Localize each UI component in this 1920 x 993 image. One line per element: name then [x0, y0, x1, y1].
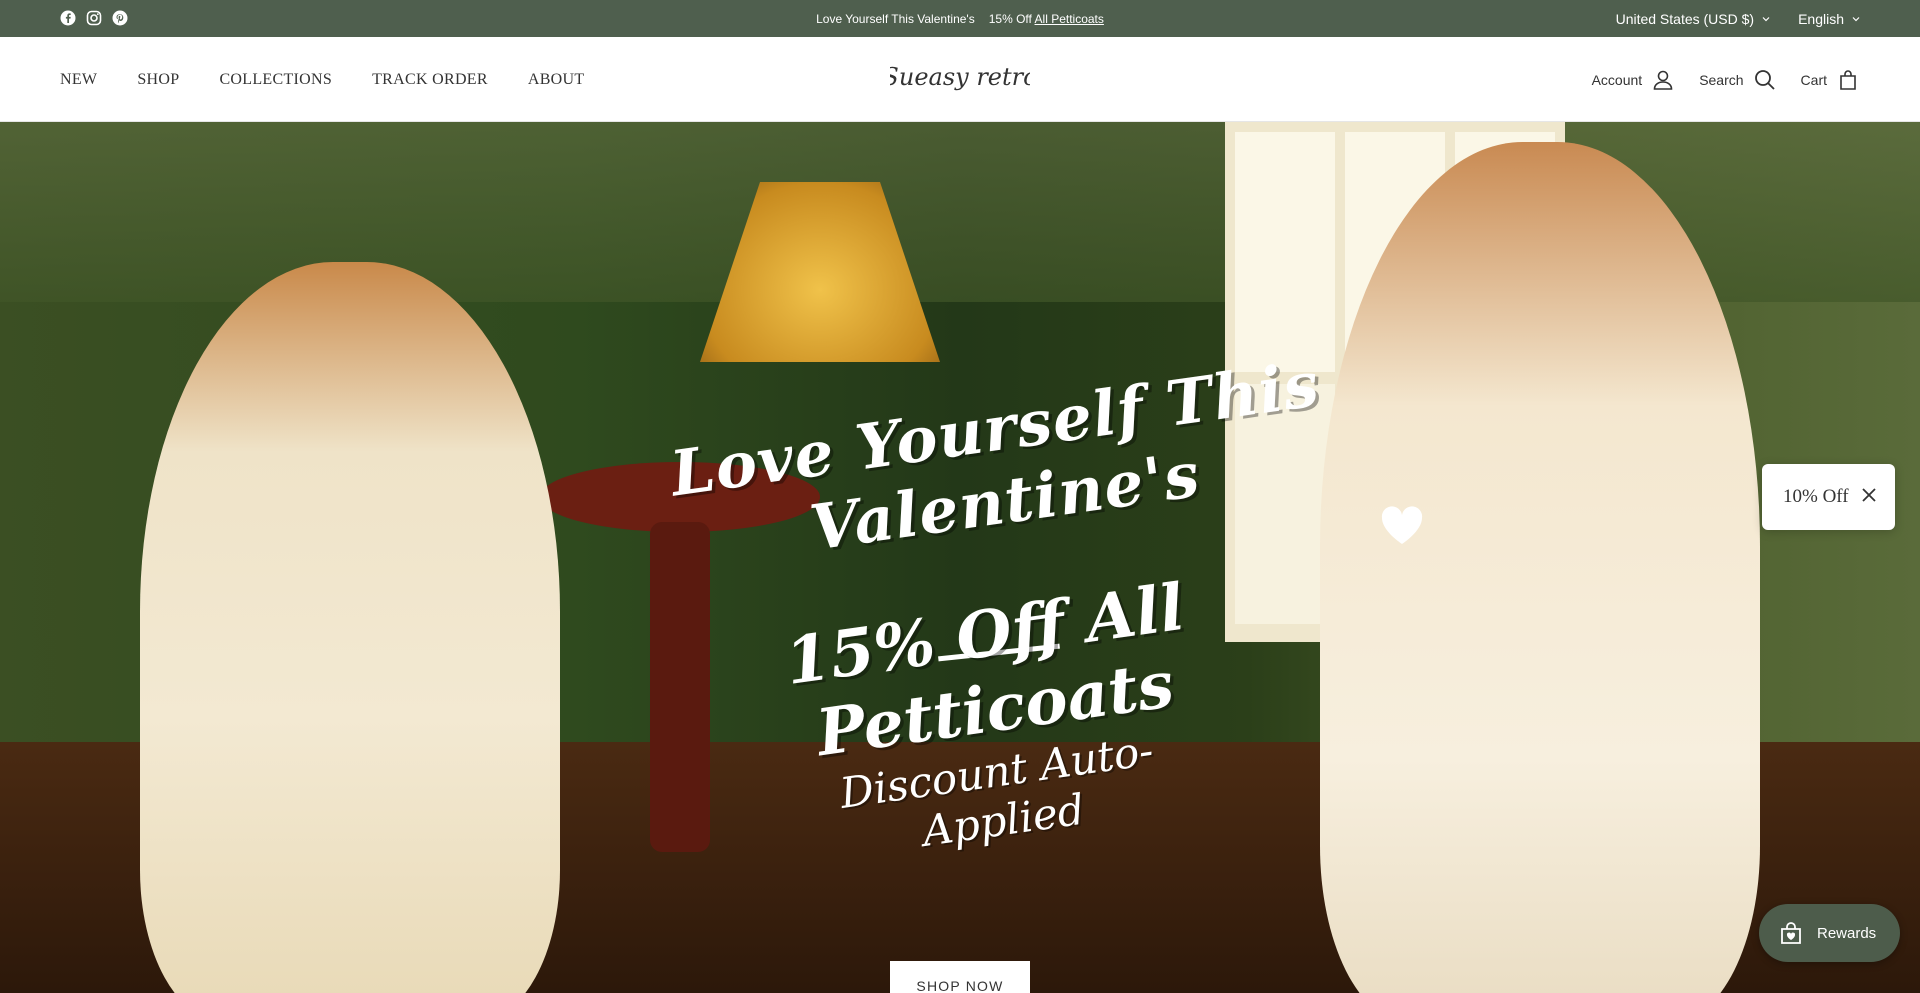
cart-label: Cart [1800, 71, 1827, 88]
account-link[interactable]: Account [1592, 68, 1676, 92]
announcement-bar: Love Yourself This Valentine's 15% Off A… [0, 0, 1920, 37]
hero-banner[interactable]: Love Yourself This Valentine's 15% Off A… [0, 122, 1920, 993]
hero-model-left [140, 262, 560, 993]
account-label: Account [1591, 71, 1643, 88]
nav-item-track-order[interactable]: TRACK ORDER [372, 71, 488, 89]
country-label: United States (USD $) [1615, 10, 1755, 27]
search-icon [1754, 69, 1775, 90]
user-icon [1653, 70, 1673, 90]
chevron-down-icon [1852, 16, 1860, 21]
discount-label: 10% Off [1783, 486, 1849, 507]
announcement-text: Love Yourself This Valentine's [816, 11, 975, 26]
nav-item-shop[interactable]: SHOP [137, 71, 179, 89]
rewards-bag-icon [1781, 922, 1801, 944]
site-header: NEW SHOP COLLECTIONS TRACK ORDER ABOUT S… [0, 37, 1920, 122]
hero-model-right [1320, 142, 1760, 993]
close-icon[interactable] [1861, 487, 1877, 503]
rewards-label: Rewards [1817, 924, 1877, 942]
chevron-down-icon [1762, 16, 1770, 21]
nav-item-new[interactable]: NEW [60, 71, 97, 89]
country-selector[interactable]: United States (USD $) [1616, 11, 1771, 27]
cart-link[interactable]: Cart [1801, 68, 1860, 92]
svg-text:Sueasy retro: Sueasy retro [890, 63, 1030, 91]
locale-selectors: United States (USD $) English [1616, 0, 1860, 37]
discount-popup[interactable]: 10% Off [1762, 464, 1895, 530]
rewards-button[interactable]: Rewards [1759, 904, 1900, 962]
language-label: English [1798, 10, 1844, 27]
header-actions: Account Search Cart [1592, 37, 1860, 122]
search-label: Search [1699, 71, 1744, 88]
main-nav: NEW SHOP COLLECTIONS TRACK ORDER ABOUT [60, 37, 584, 122]
shopping-bag-icon [1840, 69, 1856, 90]
heart-icon [1381, 506, 1423, 544]
promo-link[interactable]: All Petticoats [1035, 12, 1104, 26]
nav-item-collections[interactable]: COLLECTIONS [219, 71, 332, 89]
search-link[interactable]: Search [1699, 68, 1776, 92]
shop-now-button[interactable]: SHOP NOW [890, 961, 1030, 993]
promo-prefix: 15% Off [988, 11, 1032, 26]
brand-logo[interactable]: Sueasy retro [890, 55, 1030, 101]
announcement-promo: 15% Off All Petticoats [989, 12, 1104, 26]
language-selector[interactable]: English [1798, 11, 1860, 27]
nav-item-about[interactable]: ABOUT [528, 71, 585, 89]
